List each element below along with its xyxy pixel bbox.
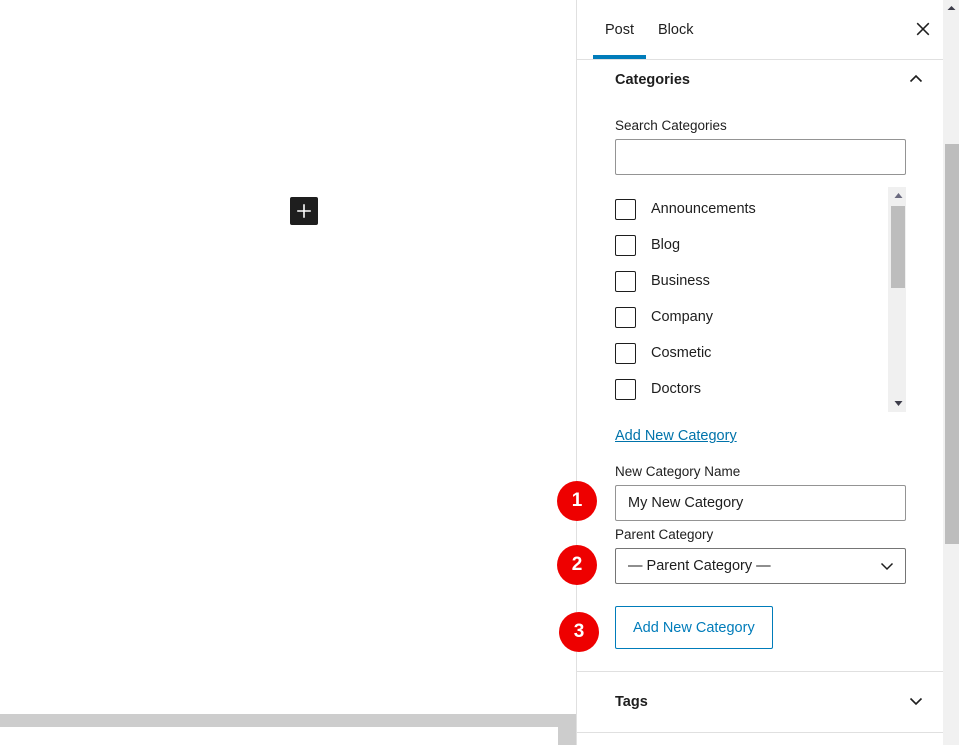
parent-category-select[interactable] [615,548,906,584]
search-categories-input[interactable] [615,139,906,175]
tags-section-bottom-divider [577,732,944,733]
tab-post-label: Post [605,21,635,38]
categories-section-header[interactable]: Categories [577,60,944,100]
category-item-cosmetic[interactable]: Cosmetic [615,335,883,371]
add-new-category-button[interactable]: Add New Category [615,606,773,649]
tags-section-header[interactable]: Tags [577,672,944,732]
category-label: Business [651,273,710,289]
category-item-announcements[interactable]: Announcements [615,191,883,227]
scroll-down-arrow-icon[interactable] [889,395,907,412]
search-categories-label: Search Categories [615,118,727,133]
categories-section-title: Categories [615,72,690,88]
callout-badge-3: 3 [559,612,599,652]
sidebar-tab-bar: Post Block [577,0,959,60]
close-icon [914,20,932,41]
category-label: Company [651,309,714,325]
chevron-down-icon [906,691,926,714]
tab-block-label: Block [658,21,694,38]
tab-block[interactable]: Block [646,0,705,59]
sidebar-scroll-thumb[interactable] [945,144,959,544]
categories-section-body: Search Categories Announcements Blog Bus… [577,100,944,671]
category-label: Blog [651,237,681,253]
sidebar-scroll-up-arrow-icon[interactable] [943,0,959,16]
category-item-company[interactable]: Company [615,299,883,335]
callout-badge-2: 2 [557,545,597,585]
block-inserter-button[interactable] [290,197,318,225]
category-item-doctors[interactable]: Doctors [615,371,883,407]
plus-icon [295,202,313,220]
category-checkbox-list: Announcements Blog Business Company Cosm… [615,187,883,412]
category-label: Announcements [651,201,756,217]
checkbox-cosmetic[interactable] [615,342,636,364]
parent-category-field: Parent Category [615,527,906,584]
canvas-bottom-block [558,714,576,745]
category-list-scroll-thumb[interactable] [891,206,905,288]
editor-sidebar: Post Block Categories Search Categories … [576,0,959,745]
sidebar-panel-body: Categories Search Categories Announcemen… [577,60,944,745]
chevron-up-icon [906,69,926,92]
parent-category-label: Parent Category [615,527,714,542]
category-checkbox-list-wrapper: Announcements Blog Business Company Cosm… [615,187,906,412]
add-new-category-link[interactable]: Add New Category [615,428,737,444]
checkbox-company[interactable] [615,306,636,328]
new-category-name-input[interactable] [615,485,906,521]
category-label: Doctors [651,381,701,397]
editor-canvas [0,0,576,745]
tab-post[interactable]: Post [593,0,647,59]
canvas-bottom-bar [0,714,576,727]
checkbox-announcements[interactable] [615,198,636,220]
category-list-scrollbar[interactable] [888,187,906,412]
checkbox-blog[interactable] [615,234,636,256]
new-category-name-label: New Category Name [615,464,741,479]
checkbox-doctors[interactable] [615,378,636,400]
sidebar-scrollbar[interactable] [943,0,959,745]
tags-section-title: Tags [615,694,648,710]
callout-badge-1: 1 [557,481,597,521]
checkbox-business[interactable] [615,270,636,292]
scroll-up-arrow-icon[interactable] [889,187,907,204]
categories-section: Categories Search Categories Announcemen… [577,60,944,671]
category-label: Cosmetic [651,345,712,361]
category-item-blog[interactable]: Blog [615,227,883,263]
new-category-name-field: New Category Name [615,464,906,521]
close-sidebar-button[interactable] [907,14,939,46]
parent-category-select-wrapper [615,548,906,584]
category-item-business[interactable]: Business [615,263,883,299]
tags-section: Tags [577,671,944,732]
